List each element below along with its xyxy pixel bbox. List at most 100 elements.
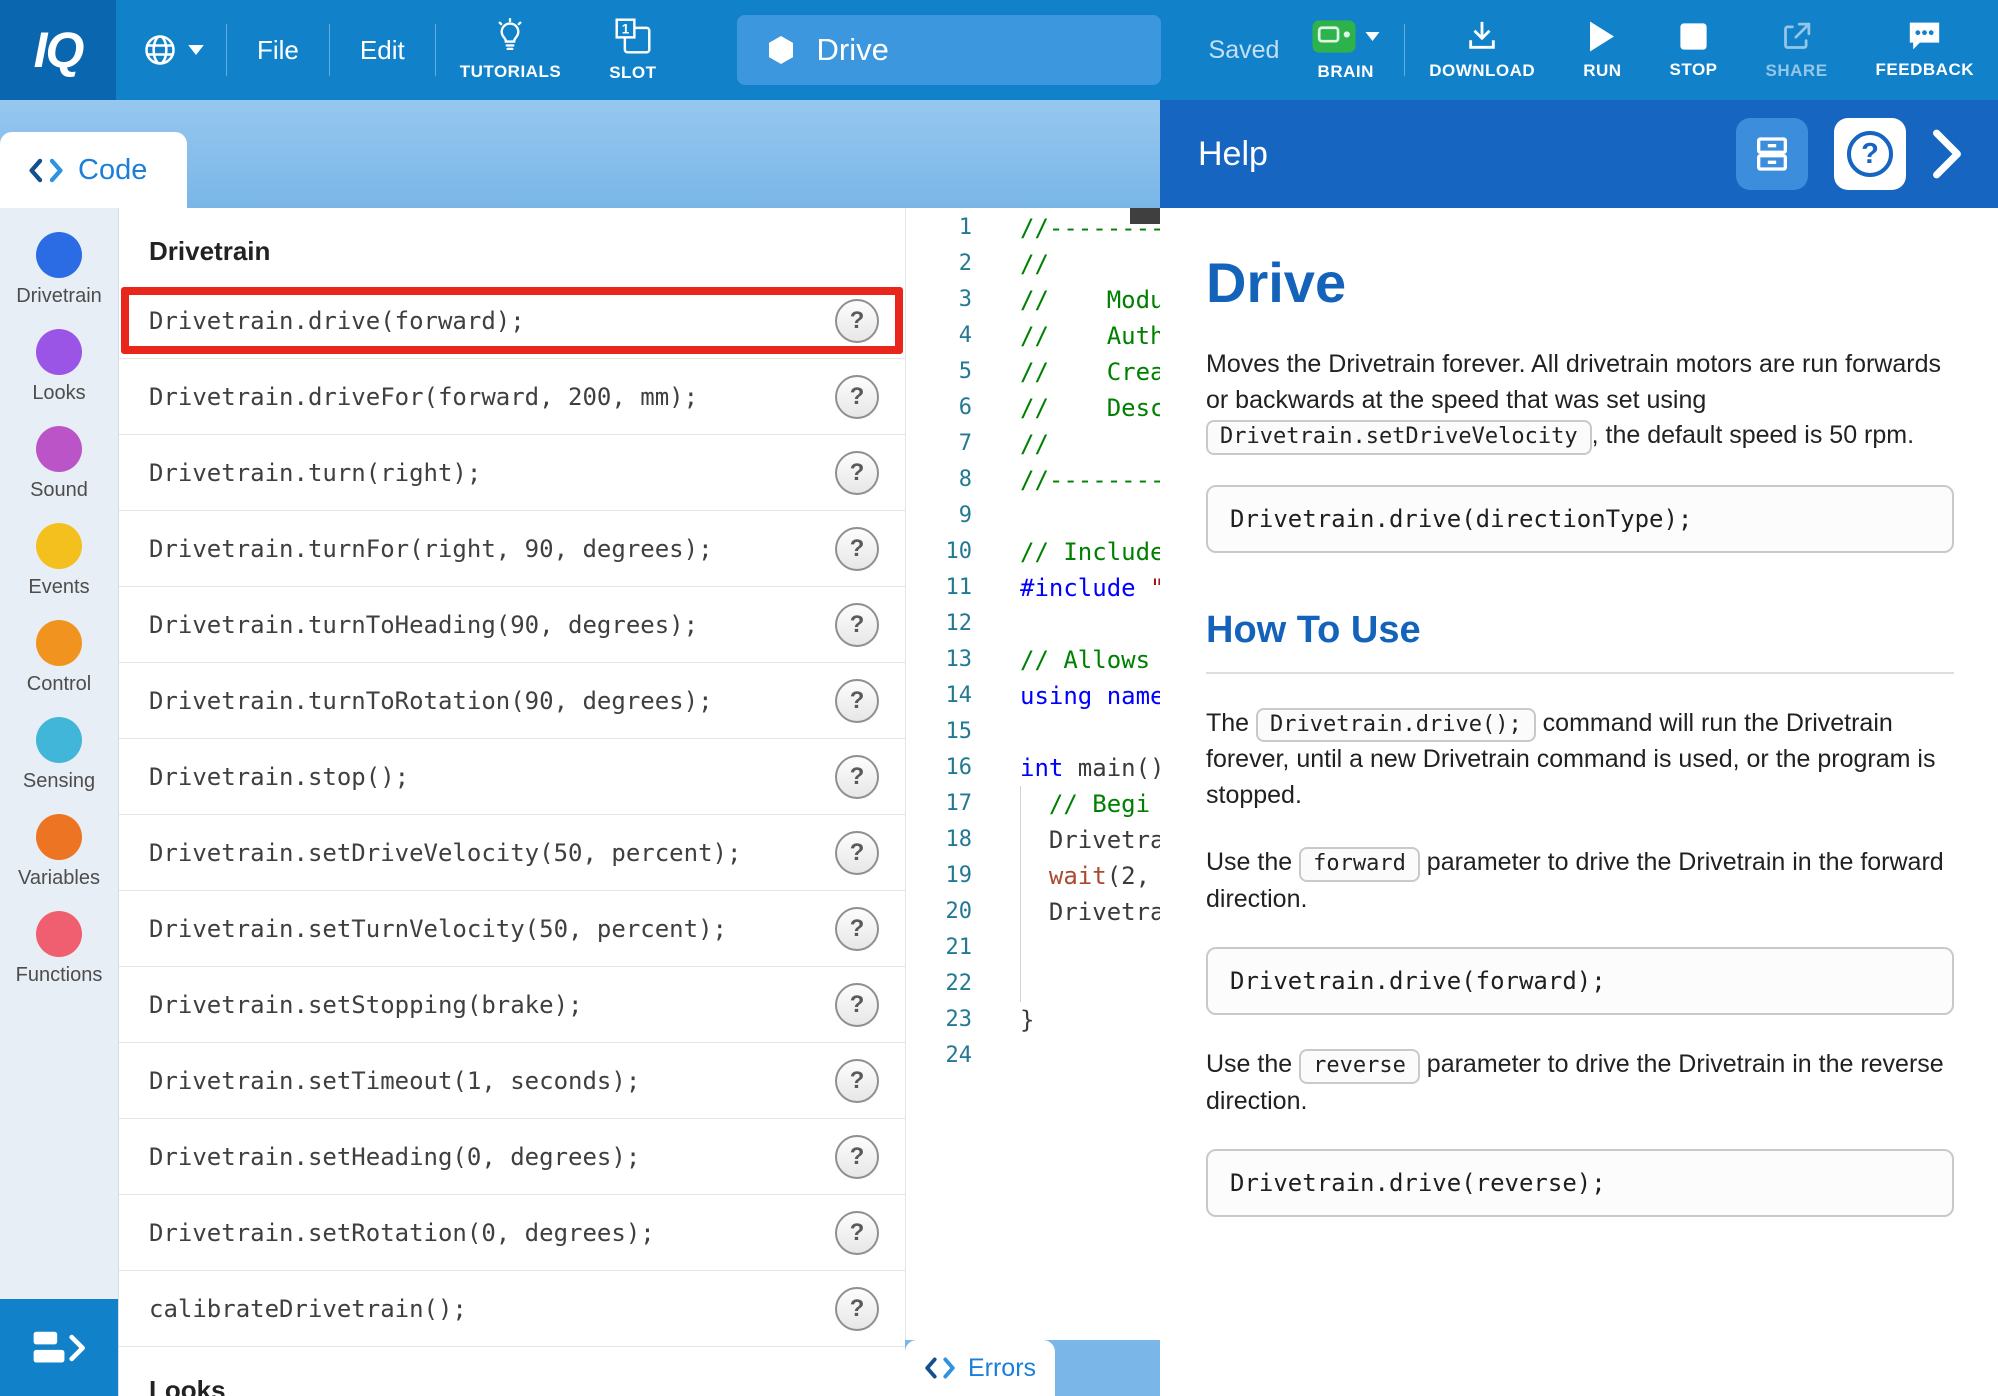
command-row[interactable]: Drivetrain.setTimeout(1, seconds);?	[119, 1043, 905, 1119]
line-number: 17	[906, 786, 972, 822]
chevron-down-icon	[1365, 32, 1380, 41]
command-row[interactable]: Drivetrain.turnFor(right, 90, degrees);?	[119, 511, 905, 587]
command-text: Drivetrain.setTurnVelocity(50, percent);	[149, 915, 727, 943]
command-row[interactable]: Drivetrain.setHeading(0, degrees);?	[119, 1119, 905, 1195]
code-editor[interactable]: 1//--------------2//3// Modu4// Auth5// …	[905, 208, 1160, 1340]
command-help-button[interactable]: ?	[835, 375, 879, 419]
sidebar-item-variables[interactable]: Variables	[16, 814, 103, 911]
collapse-panel-chevron-icon[interactable]	[1932, 129, 1962, 179]
command-row[interactable]: Drivetrain.setStopping(brake);?	[119, 967, 905, 1043]
command-help-button[interactable]: ?	[835, 603, 879, 647]
line-number: 7	[906, 426, 972, 462]
command-row[interactable]: Drivetrain.setDriveVelocity(50, percent)…	[119, 815, 905, 891]
tab-code[interactable]: Code	[0, 132, 187, 208]
command-row[interactable]: Drivetrain.driveFor(forward, 200, mm);?	[119, 359, 905, 435]
code-line: 2//	[906, 246, 1160, 282]
command-help-button[interactable]: ?	[835, 907, 879, 951]
toggle-blocks-button[interactable]	[0, 1299, 118, 1396]
glossary-button[interactable]	[1736, 118, 1808, 190]
code-text: wait(2,	[972, 858, 1150, 894]
indent-guide	[1020, 786, 1021, 1002]
code-text	[972, 606, 1020, 642]
command-row[interactable]: Drivetrain.setRotation(0, degrees);?	[119, 1195, 905, 1271]
code-text: // Auth	[972, 318, 1160, 354]
editor-scrollbar-thumb[interactable]	[1130, 208, 1160, 224]
slot-button[interactable]: 1 SLOT	[585, 0, 680, 100]
line-number: 19	[906, 858, 972, 894]
stop-button[interactable]: STOP	[1646, 0, 1742, 100]
command-help-button[interactable]: ?	[835, 1287, 879, 1331]
command-text: calibrateDrivetrain();	[149, 1295, 467, 1323]
code-text	[972, 966, 1020, 1002]
command-text: Drivetrain.setDriveVelocity(50, percent)…	[149, 839, 741, 867]
sidebar-item-sound[interactable]: Sound	[16, 426, 103, 523]
command-help-button[interactable]: ?	[835, 299, 879, 343]
command-text: Drivetrain.turn(right);	[149, 459, 481, 487]
command-help-button[interactable]: ?	[835, 1135, 879, 1179]
section-divider	[1206, 672, 1954, 674]
line-number: 15	[906, 714, 972, 750]
code-line: 16int main()	[906, 750, 1160, 786]
command-help-button[interactable]: ?	[835, 983, 879, 1027]
tab-errors[interactable]: Errors	[905, 1340, 1055, 1396]
category-sidebar: DrivetrainLooksSoundEventsControlSensing…	[0, 208, 118, 1396]
p2-text: Use the	[1206, 848, 1292, 876]
sidebar-item-sensing[interactable]: Sensing	[16, 717, 103, 814]
errors-tab-label: Errors	[968, 1354, 1036, 1383]
line-number: 13	[906, 642, 972, 678]
edit-menu[interactable]: Edit	[330, 0, 435, 100]
project-name-button[interactable]: Drive	[737, 15, 1161, 85]
category-label: Functions	[16, 964, 103, 987]
code-text	[972, 714, 1020, 750]
help-toggle-button[interactable]: ?	[1834, 118, 1906, 190]
language-menu[interactable]	[116, 0, 226, 100]
download-button[interactable]: DOWNLOAD	[1405, 0, 1559, 100]
command-row[interactable]: Drivetrain.turn(right);?	[119, 435, 905, 511]
line-number: 8	[906, 462, 972, 498]
inline-code-setdrivevelocity: Drivetrain.setDriveVelocity	[1206, 420, 1592, 455]
download-label: DOWNLOAD	[1429, 61, 1535, 81]
sidebar-item-drivetrain[interactable]: Drivetrain	[16, 232, 103, 329]
sidebar-item-events[interactable]: Events	[16, 523, 103, 620]
help-paragraph-2: Use the forward parameter to drive the D…	[1206, 845, 1954, 917]
drivetrain-category-icon	[36, 232, 82, 278]
code-text	[972, 930, 1020, 966]
sidebar-item-functions[interactable]: Functions	[16, 911, 103, 1008]
command-row[interactable]: Drivetrain.turnToRotation(90, degrees);?	[119, 663, 905, 739]
run-button[interactable]: RUN	[1559, 0, 1645, 100]
sidebar-item-control[interactable]: Control	[16, 620, 103, 717]
command-help-button[interactable]: ?	[835, 1059, 879, 1103]
command-help-button[interactable]: ?	[835, 451, 879, 495]
command-help-button[interactable]: ?	[835, 831, 879, 875]
brain-button[interactable]: BRAIN	[1287, 0, 1404, 100]
code-text: // Allows	[972, 642, 1150, 678]
editor-lines: 1//--------------2//3// Modu4// Auth5// …	[906, 208, 1160, 1074]
project-name: Drive	[817, 32, 889, 68]
command-help-button[interactable]: ?	[835, 1211, 879, 1255]
section-title-looks: Looks	[119, 1347, 905, 1396]
command-row[interactable]: calibrateDrivetrain();?	[119, 1271, 905, 1347]
command-row[interactable]: Drivetrain.turnToHeading(90, degrees);?	[119, 587, 905, 663]
sidebar-item-looks[interactable]: Looks	[16, 329, 103, 426]
feedback-button[interactable]: FEEDBACK	[1852, 0, 1998, 100]
command-help-button[interactable]: ?	[835, 679, 879, 723]
code-line: 24	[906, 1038, 1160, 1074]
code-line: 1//--------------	[906, 210, 1160, 246]
category-label: Variables	[18, 867, 100, 890]
lightbulb-icon	[493, 18, 527, 54]
chevron-down-icon	[188, 45, 204, 55]
code-line: 23}	[906, 1002, 1160, 1038]
file-menu[interactable]: File	[227, 0, 329, 100]
command-row[interactable]: Drivetrain.drive(forward);?	[119, 283, 905, 359]
command-help-button[interactable]: ?	[835, 755, 879, 799]
variables-category-icon	[36, 814, 82, 860]
command-help-button[interactable]: ?	[835, 527, 879, 571]
tutorials-button[interactable]: TUTORIALS	[436, 0, 585, 100]
command-row[interactable]: Drivetrain.stop();?	[119, 739, 905, 815]
line-number: 10	[906, 534, 972, 570]
category-list: DrivetrainLooksSoundEventsControlSensing…	[16, 232, 103, 1008]
command-row[interactable]: Drivetrain.setTurnVelocity(50, percent);…	[119, 891, 905, 967]
code-tab-label: Code	[78, 154, 147, 187]
share-button[interactable]: SHARE	[1742, 0, 1852, 100]
command-list: Drivetrain.drive(forward);?Drivetrain.dr…	[119, 283, 905, 1347]
